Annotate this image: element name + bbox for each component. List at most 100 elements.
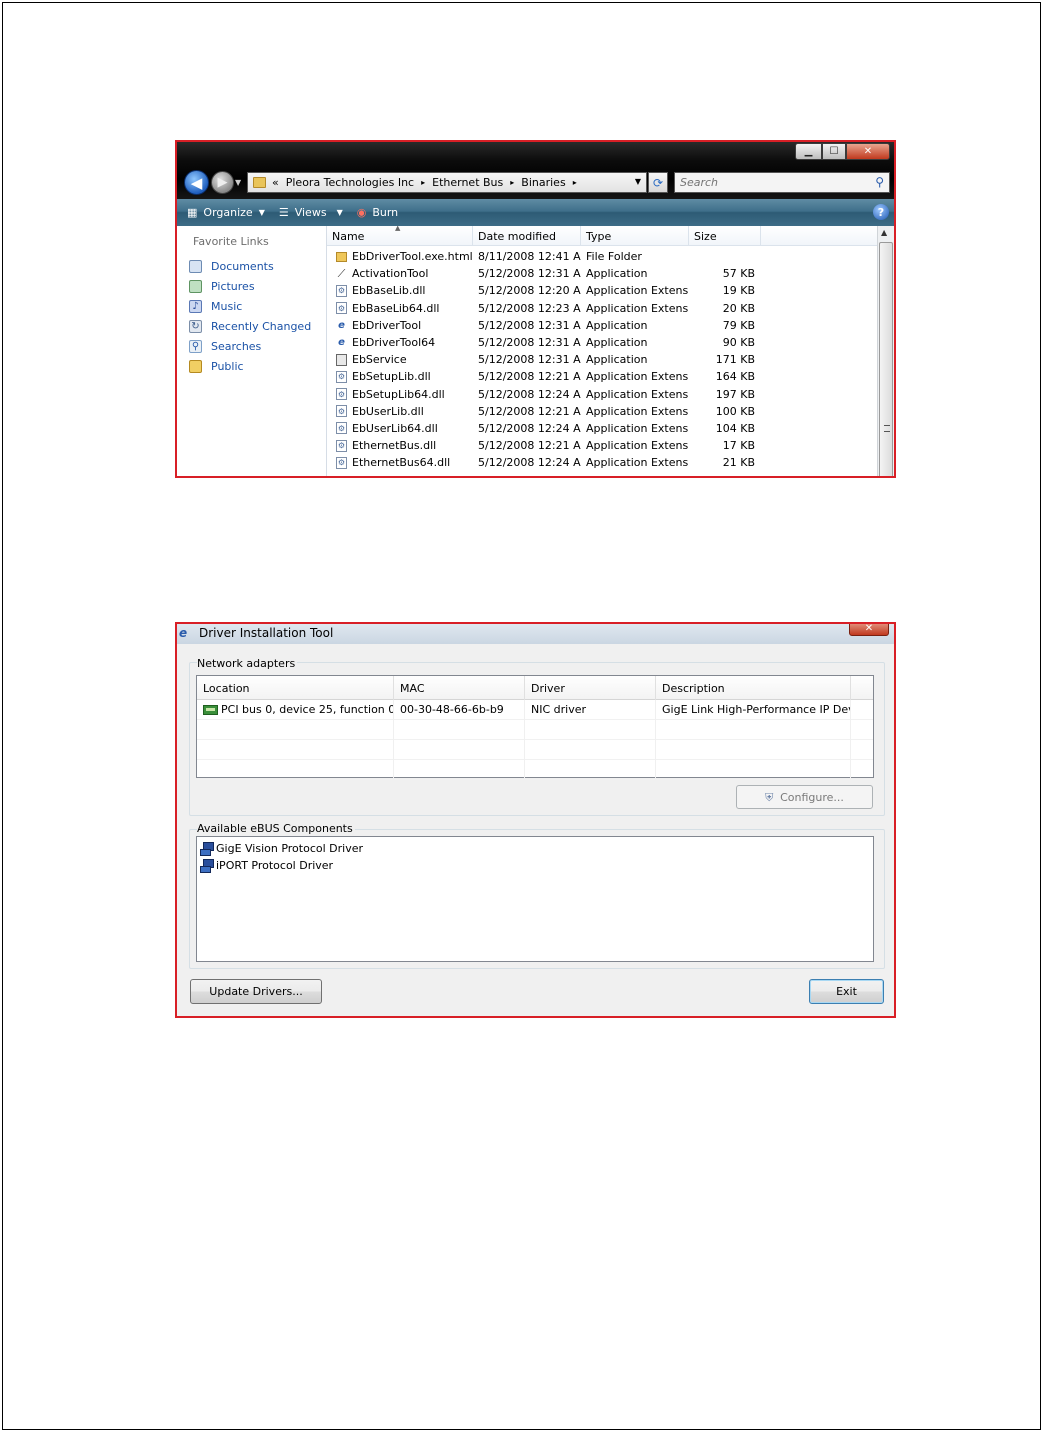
back-button[interactable]: ◀ [184,170,209,195]
adapter-row[interactable]: PCI bus 0, device 25, function 0 00-30-4… [197,699,873,720]
configure-button[interactable]: ⛨ Configure... [736,785,873,809]
search-input[interactable] [675,173,860,192]
file-name-cell: ⟋ ActivationTool [327,267,473,280]
component-item[interactable]: iPORT Protocol Driver [197,857,873,874]
file-row[interactable]: ⟋ ActivationTool 5/12/2008 12:31 AM Applica… [327,265,877,282]
file-date: 5/12/2008 12:20 AM [478,284,581,298]
breadcrumb-arrow-icon[interactable]: ▸ [421,178,425,187]
file-size: 90 KB [722,336,755,350]
file-row[interactable]: ⚙ EbSetupLib64.dll 5/12/2008 12:24 AM Appli… [327,386,877,403]
address-bar[interactable]: « Pleora Technologies Inc ▸ Ethernet Bus… [247,172,647,193]
column-header-mac[interactable]: MAC [394,676,525,700]
breadcrumb-segment[interactable]: Binaries [521,176,565,189]
breadcrumb-arrow-icon[interactable]: ▸ [510,178,514,187]
exit-button[interactable]: Exit [809,979,884,1004]
favorite-link-searches[interactable]: ⚲ Searches [189,336,311,356]
column-header-description[interactable]: Description [656,676,851,700]
close-button[interactable]: ✕ [846,143,890,160]
file-size: 197 KB [715,387,755,401]
network-driver-icon [200,859,214,873]
file-type: File Folder [586,250,642,264]
column-header-size[interactable]: Size [689,226,761,246]
file-rows: EbDriverTool.exe.html 8/11/2008 12:41 AM F… [327,248,877,471]
favorite-link-public[interactable]: Public [189,356,311,376]
dll-file-icon: ⚙ [336,439,347,452]
file-row[interactable]: ⚙ EbBaseLib.dll 5/12/2008 12:20 AM Applicat… [327,282,877,299]
empty-row [197,739,873,760]
favorite-link-recently-changed[interactable]: ↻ Recently Changed [189,316,311,336]
views-button[interactable]: ☰ Views ▼ [279,206,343,219]
network-card-icon [203,704,218,715]
favorite-link-label: Pictures [211,279,255,293]
file-size: 104 KB [715,421,755,435]
breadcrumb-segment[interactable]: Ethernet Bus [432,176,503,189]
file-size: 20 KB [722,301,755,315]
favorite-link-documents[interactable]: Documents [189,256,311,276]
help-icon[interactable]: ? [873,204,889,220]
update-drivers-button[interactable]: Update Drivers... [190,979,322,1004]
favorite-link-music[interactable]: ♪ Music [189,296,311,316]
burn-label: Burn [372,206,399,219]
file-date: 5/12/2008 12:31 AM [478,267,581,281]
favorite-link-label: Searches [211,339,262,353]
organize-button[interactable]: ▦ Organize ▼ [187,206,265,219]
file-type: Application Extens... [586,387,689,401]
views-icon: ☰ [278,206,289,219]
scroll-up-icon[interactable]: ▲ [881,228,887,237]
file-row[interactable]: e EbDriverTool64 5/12/2008 12:31 AM Applica… [327,334,877,351]
documents-icon [189,259,202,273]
close-button[interactable]: ✕ [849,624,889,636]
file-name-cell: e EbDriverTool64 [327,336,473,349]
breadcrumb-segment[interactable]: Pleora Technologies Inc [286,176,414,189]
burn-button[interactable]: ◉ Burn [357,206,398,219]
component-item[interactable]: GigE Vision Protocol Driver [197,840,873,857]
favorite-link-pictures[interactable]: Pictures [189,276,311,296]
search-icon[interactable]: ⚲ [875,175,884,189]
network-adapters-list[interactable]: Location MAC Driver Description PCI bus … [196,675,874,780]
back-arrow-icon: ◀ [190,173,203,192]
file-row[interactable]: ⚙ EbUserLib.dll 5/12/2008 12:21 AM Applicat… [327,403,877,420]
refresh-button[interactable]: ⟳ [648,172,668,193]
file-row[interactable]: ⚙ EbUserLib64.dll 5/12/2008 12:24 AM Applic… [327,420,877,437]
ebus-app-icon: e [338,337,345,349]
maximize-button[interactable]: ☐ [822,143,846,160]
dll-file-icon: ⚙ [336,456,347,469]
adapter-list-header: Location MAC Driver Description [197,676,873,700]
column-header-driver[interactable]: Driver [525,676,656,700]
file-type: Application Extens... [586,421,689,435]
file-name-cell: ⚙ EbBaseLib64.dll [327,302,473,315]
component-label: GigE Vision Protocol Driver [216,842,364,855]
file-type: Application Extens... [586,301,689,315]
file-name: ActivationTool [352,267,429,281]
column-header-date[interactable]: Date modified [473,226,581,246]
file-name-cell: ⚙ EbBaseLib.dll [327,284,473,297]
file-row[interactable]: ⚙ EthernetBus64.dll 5/12/2008 12:24 AM Appl… [327,454,877,471]
column-header-label: Date modified [478,229,556,243]
file-row[interactable]: ⚙ EbSetupLib.dll 5/12/2008 12:21 AM Applica… [327,368,877,385]
address-dropdown-icon[interactable]: ▼ [635,177,641,186]
dll-file-icon: ⚙ [336,422,347,435]
minimize-button[interactable]: ▁ [795,143,822,160]
dll-file-icon: ⚙ [336,302,347,315]
ebus-components-list[interactable]: GigE Vision Protocol Driver iPORT Protoc… [196,836,874,962]
column-header-location[interactable]: Location [197,676,394,700]
forward-button[interactable]: ▶ [211,171,234,194]
vertical-scrollbar[interactable]: ▲ [877,226,894,476]
file-row[interactable]: e EbDriverTool 5/12/2008 12:31 AM Applicati… [327,317,877,334]
network-adapters-label: Network adapters [197,657,298,670]
organize-label: Organize [203,206,253,219]
file-row[interactable]: EbDriverTool.exe.html 8/11/2008 12:41 AM F… [327,248,877,265]
scrollbar-thumb[interactable] [879,242,893,476]
column-header-type[interactable]: Type [581,226,689,246]
file-type: Application Extens... [586,370,689,384]
address-overflow-chevron[interactable]: « [272,176,279,189]
file-row[interactable]: EbService 5/12/2008 12:31 AM Application 17… [327,351,877,368]
breadcrumb-arrow-icon[interactable]: ▸ [573,178,577,187]
file-type: Application [586,353,648,367]
file-size: 100 KB [715,404,755,418]
column-header-name[interactable]: ▲ Name [327,224,473,246]
file-row[interactable]: ⚙ EthernetBus.dll 5/12/2008 12:21 AM Applic… [327,437,877,454]
file-row[interactable]: ⚙ EbBaseLib64.dll 5/12/2008 12:23 AM Applic… [327,300,877,317]
file-name: EthernetBus64.dll [352,456,451,470]
recent-pages-dropdown-icon[interactable]: ▼ [235,178,241,187]
